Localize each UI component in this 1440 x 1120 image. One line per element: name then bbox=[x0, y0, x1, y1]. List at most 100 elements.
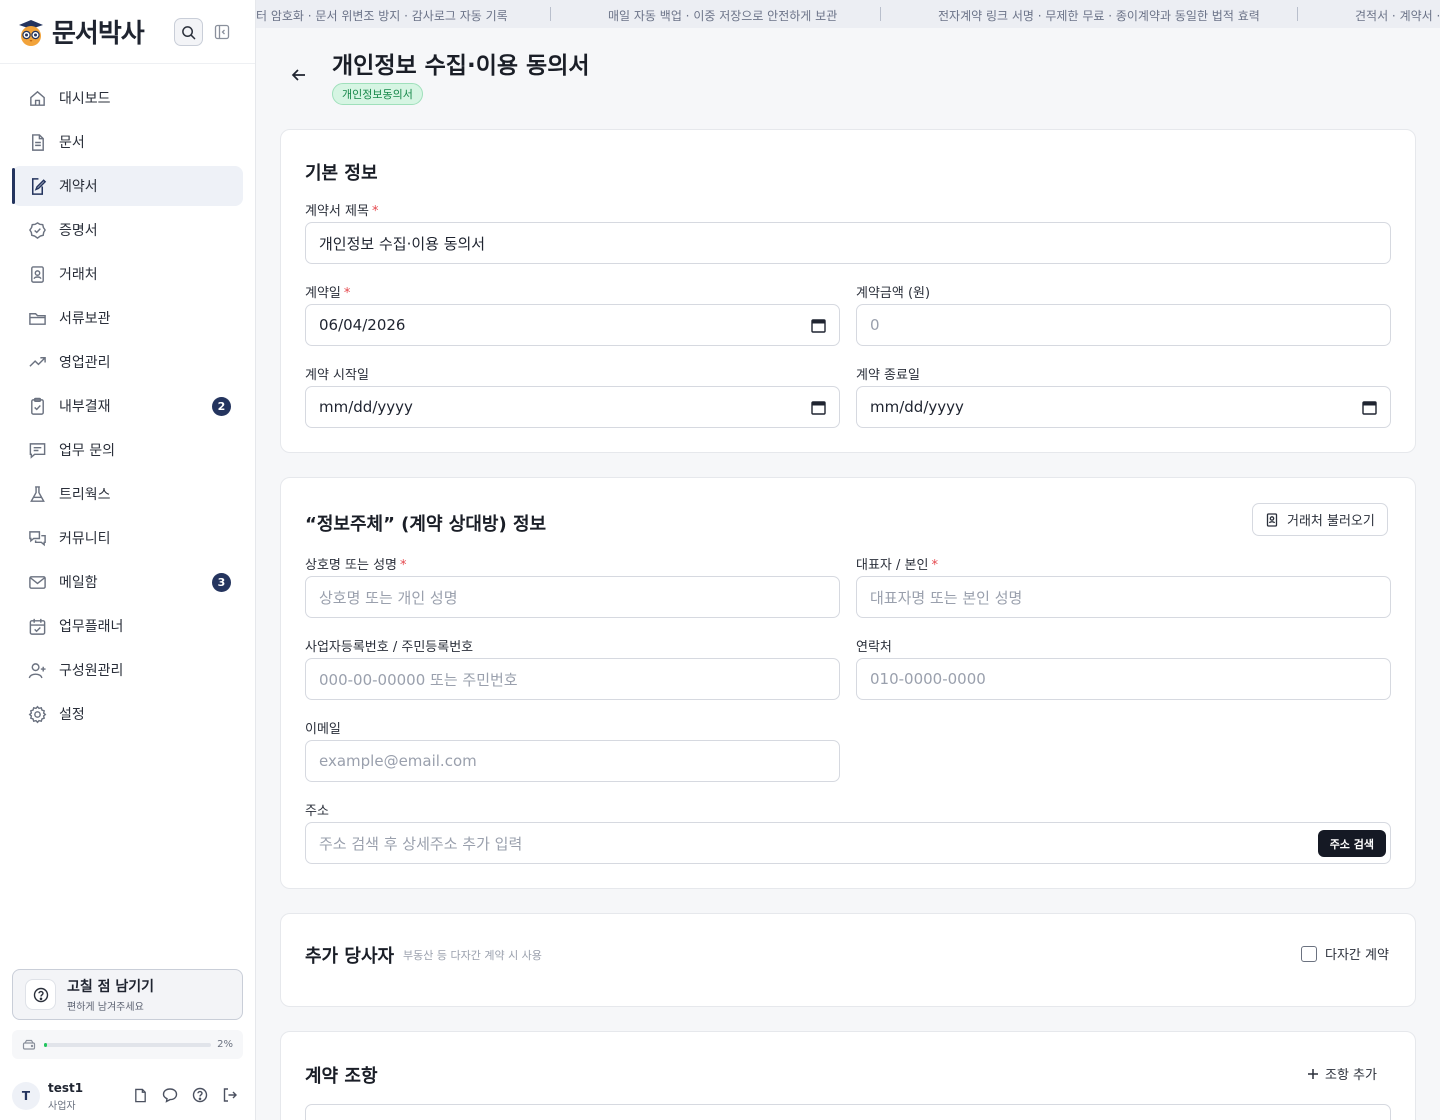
ticker-item: 터 암호화 · 문서 위변조 방지 · 감사로그 자동 기록 bbox=[256, 9, 508, 23]
contract-title-input[interactable]: 개인정보 수집·이용 동의서 bbox=[305, 222, 1391, 264]
hard-drive-icon bbox=[22, 1039, 36, 1050]
storage-progress-fill bbox=[44, 1042, 48, 1047]
nav-label: 계약서 bbox=[59, 179, 98, 195]
field-label-contract-title: 계약서 제목 * bbox=[305, 204, 379, 219]
sidebar-nav: 대시보드 문서 계약서 증명서 거래처 서류보관 영업관리 내부결재 2 업무 … bbox=[12, 78, 243, 738]
field-label-company-name: 상호명 또는 성명 * bbox=[305, 558, 407, 573]
ticker-divider bbox=[1297, 7, 1298, 21]
address-input[interactable]: 주소 검색 후 상세주소 추가 입력 주소 검색 bbox=[305, 822, 1391, 864]
checkbox-box[interactable] bbox=[1301, 945, 1317, 962]
search-button[interactable] bbox=[174, 18, 203, 46]
date-placeholder: mm/dd/yyyy bbox=[319, 398, 413, 416]
phone-input[interactable]: 010-0000-0000 bbox=[856, 658, 1391, 700]
calendar-icon bbox=[27, 616, 47, 636]
chat-bubbles-icon bbox=[27, 528, 47, 548]
ticker-item: 전자계약 링크 서명 · 무제한 무료 · 종이계약과 동일한 법적 효력 bbox=[938, 9, 1260, 23]
calendar-picker-icon[interactable] bbox=[811, 318, 826, 333]
badge-check-icon bbox=[27, 220, 47, 240]
back-arrow-icon[interactable] bbox=[290, 66, 308, 84]
registration-number-input[interactable]: 000-00-00000 또는 주민번호 bbox=[305, 658, 840, 700]
nav-item-documents[interactable]: 문서 bbox=[12, 122, 243, 162]
user-plus-icon bbox=[27, 660, 47, 680]
party-info-card: “정보주체” (계약 상대방) 정보 거래처 불러오기 상호명 또는 성명 * 상… bbox=[280, 477, 1416, 889]
end-date-input[interactable]: mm/dd/yyyy bbox=[856, 386, 1391, 428]
storage-usage: 2% bbox=[12, 1030, 243, 1059]
nav-item-dashboard[interactable]: 대시보드 bbox=[12, 78, 243, 118]
field-label-address: 주소 bbox=[305, 804, 329, 819]
nav-label: 업무플래너 bbox=[59, 619, 124, 635]
address-search-button[interactable]: 주소 검색 bbox=[1317, 830, 1386, 857]
nav-label: 대시보드 bbox=[59, 91, 111, 107]
multiparty-checkbox[interactable]: 다자간 계약 bbox=[1301, 944, 1389, 963]
date-value: 06/04/2026 bbox=[319, 316, 406, 334]
field-label-start-date: 계약 시작일 bbox=[305, 368, 369, 383]
section-title: “정보주체” (계약 상대방) 정보 bbox=[305, 514, 547, 535]
document-type-badge: 개인정보동의서 bbox=[332, 83, 423, 105]
nav-label: 설정 bbox=[59, 707, 85, 723]
field-label-end-date: 계약 종료일 bbox=[856, 368, 920, 383]
help-icon[interactable] bbox=[191, 1086, 209, 1104]
nav-label: 메일함 bbox=[59, 575, 98, 591]
mail-count-badge: 3 bbox=[212, 573, 231, 592]
nav-item-contracts[interactable]: 계약서 bbox=[12, 166, 243, 206]
folder-icon bbox=[27, 308, 47, 328]
home-icon bbox=[27, 88, 47, 108]
nav-item-community[interactable]: 커뮤니티 bbox=[12, 518, 243, 558]
file-icon[interactable] bbox=[131, 1086, 149, 1104]
nav-item-archive[interactable]: 서류보관 bbox=[12, 298, 243, 338]
logout-icon[interactable] bbox=[221, 1086, 239, 1104]
calendar-picker-icon[interactable] bbox=[811, 400, 826, 415]
avatar[interactable]: T bbox=[12, 1082, 40, 1110]
nav-label: 구성원관리 bbox=[59, 663, 124, 679]
user-actions bbox=[131, 1086, 239, 1104]
nav-item-clients[interactable]: 거래처 bbox=[12, 254, 243, 294]
section-title: 계약 조항 bbox=[305, 1066, 378, 1087]
nav-item-members[interactable]: 구성원관리 bbox=[12, 650, 243, 690]
mail-icon bbox=[27, 572, 47, 592]
feedback-button[interactable]: 고칠 점 남기기 편하게 남겨주세요 bbox=[12, 969, 243, 1020]
field-label-amount: 계약금액 (원) bbox=[856, 286, 931, 301]
help-circle-icon bbox=[25, 979, 56, 1010]
company-name-input[interactable]: 상호명 또는 개인 성명 bbox=[305, 576, 840, 618]
contact-card-icon bbox=[1266, 512, 1278, 527]
ticker-divider bbox=[550, 7, 551, 21]
gear-icon bbox=[27, 704, 47, 724]
amount-input[interactable]: 0 bbox=[856, 304, 1391, 346]
nav-item-inquiry[interactable]: 업무 문의 bbox=[12, 430, 243, 470]
nav-label: 트리웍스 bbox=[59, 487, 111, 503]
start-date-input[interactable]: mm/dd/yyyy bbox=[305, 386, 840, 428]
nav-item-mailbox[interactable]: 메일함 3 bbox=[12, 562, 243, 602]
nav-item-certificates[interactable]: 증명서 bbox=[12, 210, 243, 250]
brand-logo[interactable]: 문서박사 bbox=[16, 13, 145, 50]
nav-item-approval[interactable]: 내부결재 2 bbox=[12, 386, 243, 426]
nav-item-planner[interactable]: 업무플래너 bbox=[12, 606, 243, 646]
owl-logo-icon bbox=[19, 19, 43, 46]
page-title: 개인정보 수집·이용 동의서 bbox=[332, 53, 590, 79]
field-label-representative: 대표자 / 본인 * bbox=[856, 558, 938, 573]
email-input[interactable]: example@email.com bbox=[305, 740, 840, 782]
calendar-picker-icon[interactable] bbox=[1362, 400, 1377, 415]
nav-label: 업무 문의 bbox=[59, 443, 115, 459]
add-clause-button[interactable]: 조항 추가 bbox=[1307, 1064, 1377, 1083]
clause-editor-box[interactable] bbox=[305, 1104, 1391, 1120]
field-label-phone: 연락처 bbox=[856, 640, 892, 655]
basic-info-card: 기본 정보 계약서 제목 * 개인정보 수집·이용 동의서 계약일 * 06/04/… bbox=[280, 129, 1416, 453]
nav-label: 내부결재 bbox=[59, 399, 111, 415]
brand-name: 문서박사 bbox=[52, 19, 145, 49]
load-client-button[interactable]: 거래처 불러오기 bbox=[1252, 503, 1388, 536]
ticker-item: 매일 자동 백업 · 이중 저장으로 안전하게 보관 bbox=[608, 9, 838, 23]
field-label-registration-number: 사업자등록번호 / 주민등록번호 bbox=[305, 640, 474, 655]
representative-input[interactable]: 대표자명 또는 본인 성명 bbox=[856, 576, 1391, 618]
address-placeholder: 주소 검색 후 상세주소 추가 입력 bbox=[319, 834, 523, 853]
nav-item-settings[interactable]: 설정 bbox=[12, 694, 243, 734]
field-label-email: 이메일 bbox=[305, 722, 341, 737]
nav-item-treeworks[interactable]: 트리웍스 bbox=[12, 474, 243, 514]
contract-date-input[interactable]: 06/04/2026 bbox=[305, 304, 840, 346]
chat-icon[interactable] bbox=[161, 1086, 179, 1104]
sidebar: 문서박사 대시보드 문서 계약서 증명서 거래처 서류보관 영업관리 내부결재 … bbox=[0, 0, 256, 1120]
sidebar-collapse-icon[interactable] bbox=[214, 24, 230, 40]
checkbox-label: 다자간 계약 bbox=[1325, 948, 1389, 963]
trending-up-icon bbox=[27, 352, 47, 372]
nav-item-sales[interactable]: 영업관리 bbox=[12, 342, 243, 382]
announcement-ticker: 터 암호화 · 문서 위변조 방지 · 감사로그 자동 기록 매일 자동 백업 … bbox=[256, 0, 1440, 28]
